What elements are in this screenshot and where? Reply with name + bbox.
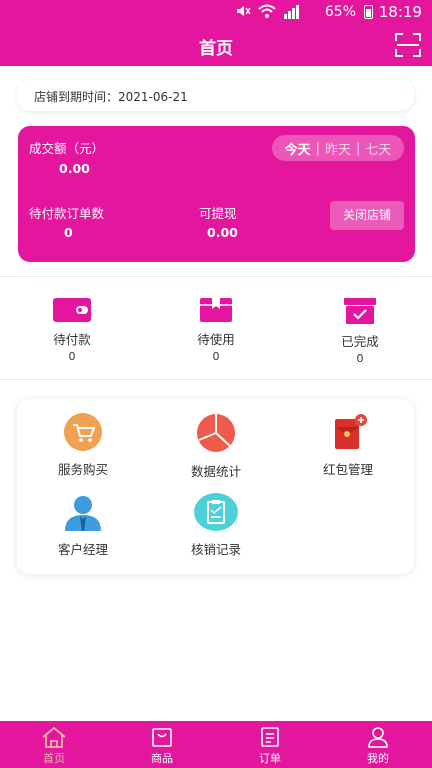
feature-red-envelope[interactable]: 红包管理: [293, 413, 403, 478]
user-icon: [368, 727, 388, 748]
stats-card: 成交额（元） 0.00 今天 | 昨天 | 七天 待付款订单数 0 可提现 0.…: [18, 126, 415, 262]
mute-icon: [237, 6, 251, 16]
cart-icon: [64, 413, 102, 451]
manager-icon: [65, 496, 101, 531]
check-box-icon: [344, 298, 376, 324]
feature-verification-records[interactable]: 核销记录: [161, 493, 271, 558]
order-icon: [261, 727, 279, 747]
range-separator: |: [356, 140, 361, 156]
turnover-label: 成交额（元）: [29, 141, 105, 156]
tab-label: 我的: [367, 752, 389, 765]
withdrawable-label: 可提现: [199, 206, 237, 221]
close-shop-button[interactable]: 关闭店铺: [330, 201, 404, 230]
pending-orders-value: 0: [64, 225, 73, 240]
tab-home[interactable]: 首页: [14, 726, 94, 766]
bag-icon: [152, 728, 172, 747]
gift-box-icon: [200, 298, 232, 322]
tab-orders[interactable]: 订单: [230, 726, 310, 766]
bottom-tab-bar: 首页 商品 订单 我的: [0, 721, 432, 768]
clipboard-icon: [194, 493, 238, 531]
status-bar: 65% 18:19: [0, 0, 432, 24]
pie-chart-icon: [197, 414, 235, 452]
feature-account-manager[interactable]: 客户经理: [28, 493, 138, 558]
feature-label: 红包管理: [322, 462, 373, 477]
feature-service-purchase[interactable]: 服务购买: [28, 413, 138, 478]
turnover-value: 0.00: [59, 161, 90, 176]
wifi-icon: [258, 4, 276, 18]
app-header: 65% 18:19 首页: [0, 0, 432, 66]
battery-level: 65%: [324, 4, 356, 20]
order-status-pending-payment[interactable]: 待付款 0: [22, 297, 122, 363]
order-status-completed[interactable]: 已完成 0: [310, 297, 410, 365]
withdrawable-value: 0.00: [207, 225, 238, 240]
signal-icon: [284, 4, 299, 19]
battery-icon: [364, 5, 373, 19]
feature-label: 核销记录: [190, 542, 241, 557]
order-status-count: 0: [212, 350, 220, 363]
order-status-count: 0: [68, 350, 76, 363]
expiry-card: 店铺到期时间：2021-06-21: [17, 80, 414, 111]
order-status-count: 0: [356, 352, 364, 365]
scan-icon[interactable]: [395, 33, 421, 57]
range-seven-days[interactable]: 七天: [364, 139, 392, 158]
feature-label: 数据统计: [190, 464, 241, 479]
tab-products[interactable]: 商品: [122, 726, 202, 766]
status-icons: [235, 3, 300, 19]
wallet-icon: [53, 298, 91, 322]
pending-orders-label: 待付款订单数: [29, 206, 105, 221]
order-status-strip: 待付款 0 待使用 0 已完成 0: [0, 276, 432, 380]
range-separator: |: [315, 140, 320, 156]
order-status-label: 待付款: [53, 332, 91, 347]
range-today[interactable]: 今天: [284, 139, 312, 158]
range-yesterday[interactable]: 昨天: [324, 139, 352, 158]
red-envelope-icon: [335, 414, 367, 449]
feature-data-stats[interactable]: 数据统计: [161, 413, 271, 480]
clock: 18:19: [378, 3, 422, 21]
order-status-label: 已完成: [341, 334, 379, 349]
tab-label: 订单: [259, 752, 281, 765]
expiry-text: 店铺到期时间：2021-06-21: [34, 90, 188, 104]
feature-label: 服务购买: [57, 462, 108, 477]
tab-label: 商品: [151, 752, 173, 765]
tab-mine[interactable]: 我的: [338, 726, 418, 766]
order-status-to-use[interactable]: 待使用 0: [166, 297, 266, 363]
order-status-label: 待使用: [197, 332, 235, 347]
feature-label: 客户经理: [57, 542, 108, 557]
page-title: 首页: [199, 39, 233, 59]
date-range-toggle: 今天 | 昨天 | 七天: [272, 135, 404, 161]
features-grid: 服务购买 数据统计 红包管理 客户经理 核销记录: [17, 399, 414, 574]
tab-label: 首页: [43, 752, 65, 765]
home-icon: [42, 726, 66, 748]
